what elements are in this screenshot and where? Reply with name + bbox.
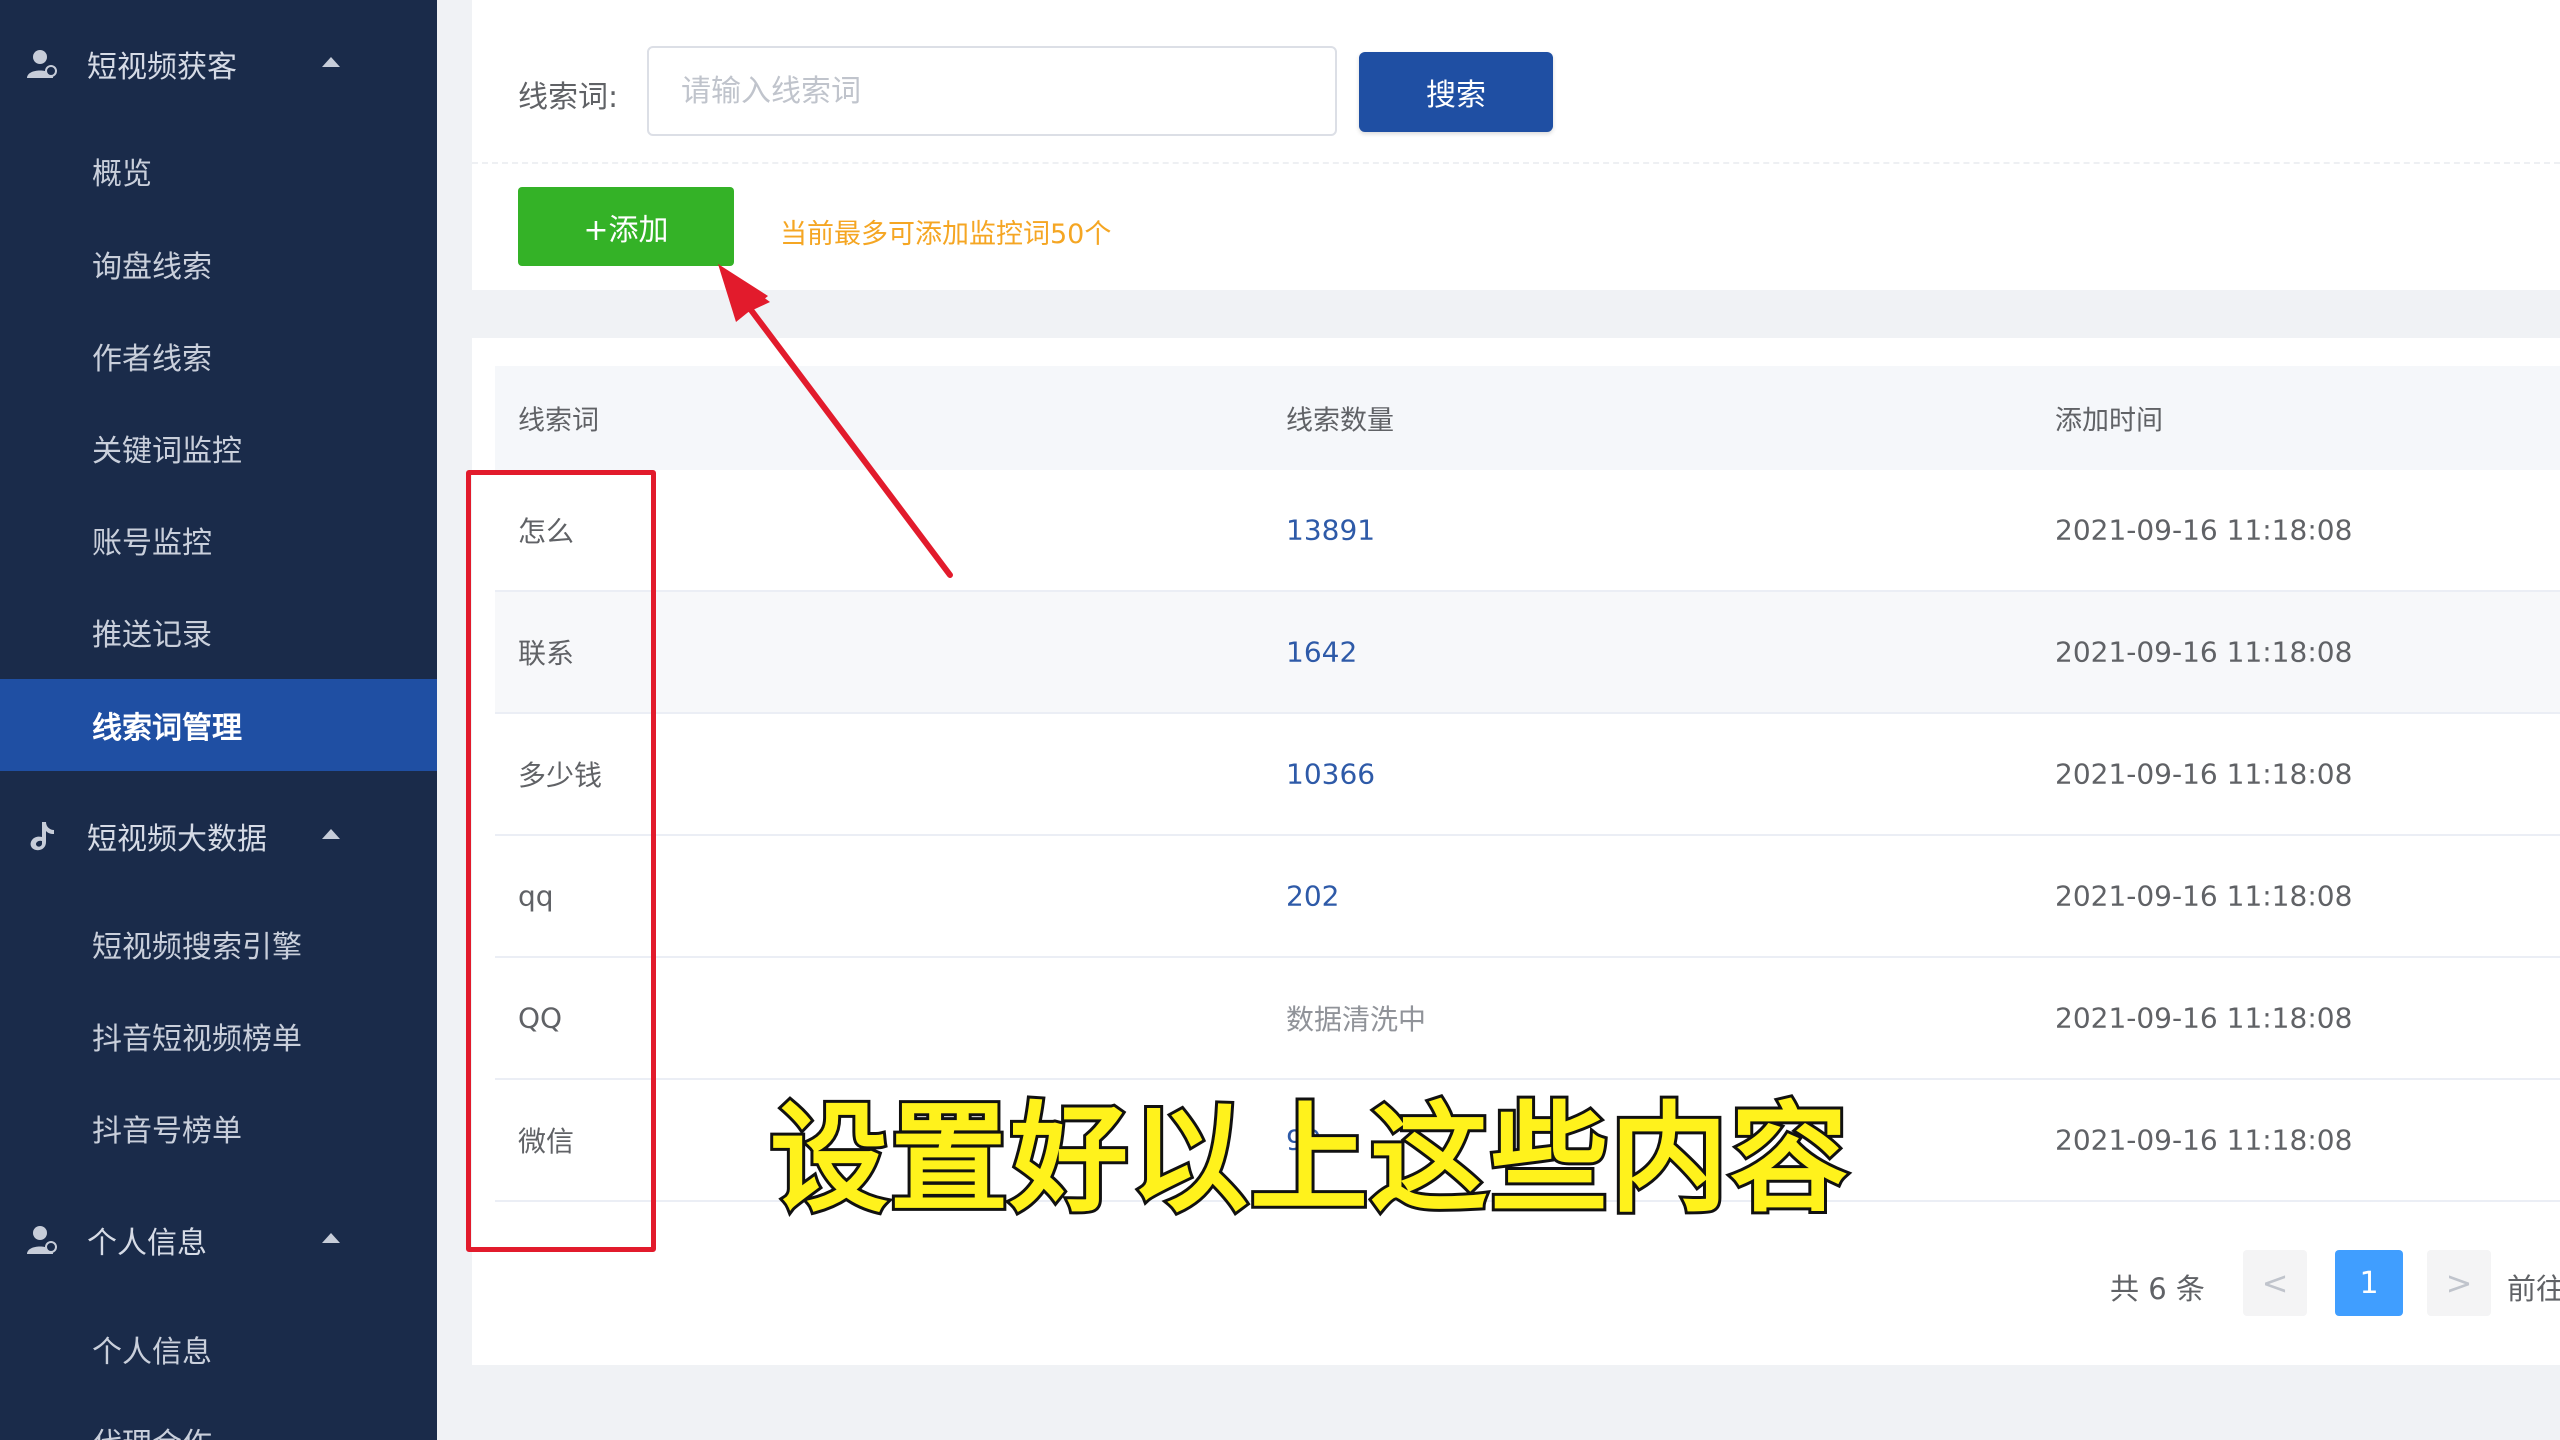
sidebar-item-label: 代理合作: [92, 1419, 212, 1440]
sidebar-item-label: 抖音号榜单: [92, 1114, 242, 1149]
sidebar: 短视频获客 概览 询盘线索 作者线索 关键词监控 账号监控 推送记录 线索词管理…: [0, 0, 437, 1440]
table-header: 线索词 线索数量 添加时间: [495, 366, 2560, 470]
prev-page-button[interactable]: <: [2243, 1250, 2307, 1316]
sidebar-group-lead-acquisition[interactable]: 短视频获客: [0, 24, 437, 104]
sidebar-item-label: 关键词监控: [92, 434, 242, 469]
user-icon: [27, 50, 57, 78]
sidebar-item-label: 账号监控: [92, 526, 212, 561]
cell-lead-count[interactable]: 1642: [1286, 636, 1357, 669]
sidebar-item-label: 个人信息: [92, 1335, 212, 1370]
sidebar-group-personal-info[interactable]: 个人信息: [0, 1200, 437, 1280]
chevron-up-icon: [322, 1233, 340, 1243]
sidebar-group-label: 短视频获客: [87, 50, 237, 85]
sidebar-item-label: 询盘线索: [92, 250, 212, 285]
sidebar-group-video-data[interactable]: 短视频大数据: [0, 796, 437, 876]
highlight-box: [466, 470, 656, 1252]
sidebar-item-video-search-engine[interactable]: 短视频搜索引擎: [0, 898, 437, 990]
cell-lead-count: 数据清洗中: [1286, 1003, 1427, 1036]
cell-add-time: 2021-09-16 11:18:08: [2055, 635, 2353, 669]
cell-add-time: 2021-09-16 11:18:08: [2055, 1123, 2353, 1157]
sidebar-item-label: 概览: [92, 157, 152, 192]
cell-add-time: 2021-09-16 11:18:08: [2055, 879, 2353, 913]
sidebar-item-account-monitor[interactable]: 账号监控: [0, 494, 437, 586]
sidebar-item-label: 抖音短视频榜单: [92, 1022, 302, 1057]
cell-add-time: 2021-09-16 11:18:08: [2055, 513, 2353, 547]
table-row[interactable]: 多少钱 10366 2021-09-16 11:18:08: [495, 714, 2560, 836]
sidebar-group-label: 短视频大数据: [87, 822, 267, 857]
search-button[interactable]: 搜索: [1359, 52, 1553, 132]
cell-lead-count[interactable]: 13891: [1286, 514, 1375, 547]
sidebar-item-douyin-video-ranking[interactable]: 抖音短视频榜单: [0, 990, 437, 1082]
sidebar-item-push-records[interactable]: 推送记录: [0, 586, 437, 678]
chevron-up-icon: [322, 57, 340, 67]
chevron-up-icon: [322, 829, 340, 839]
limit-tip: 当前最多可添加监控词50个: [780, 219, 1112, 250]
header-lead-count: 线索数量: [1286, 405, 1394, 437]
sidebar-group-label: 个人信息: [87, 1226, 207, 1261]
sidebar-item-overview[interactable]: 概览: [0, 125, 437, 217]
header-lead-word: 线索词: [518, 405, 599, 437]
cell-lead-count[interactable]: 202: [1286, 880, 1339, 913]
pagination-total: 共 6 条: [2110, 1272, 2205, 1306]
cell-add-time: 2021-09-16 11:18:08: [2055, 757, 2353, 791]
sidebar-item-label: 作者线索: [92, 342, 212, 377]
sidebar-item-label: 短视频搜索引擎: [92, 930, 302, 965]
table-row[interactable]: QQ 数据清洗中 2021-09-16 11:18:08: [495, 958, 2560, 1080]
pagination-goto-label: 前往: [2507, 1272, 2560, 1306]
table-row[interactable]: qq 202 2021-09-16 11:18:08: [495, 836, 2560, 958]
table-row[interactable]: 联系 1642 2021-09-16 11:18:08: [495, 592, 2560, 714]
next-page-button[interactable]: >: [2427, 1250, 2491, 1316]
header-add-time: 添加时间: [2055, 405, 2163, 437]
sidebar-item-douyin-account-ranking[interactable]: 抖音号榜单: [0, 1082, 437, 1174]
sidebar-item-label: 推送记录: [92, 618, 212, 653]
table-row[interactable]: 怎么 13891 2021-09-16 11:18:08: [495, 470, 2560, 592]
sidebar-item-personal-info[interactable]: 个人信息: [0, 1303, 437, 1395]
sidebar-item-label: 线索词管理: [92, 711, 242, 746]
music-note-icon: [30, 822, 54, 851]
cell-add-time: 2021-09-16 11:18:08: [2055, 1001, 2353, 1035]
sidebar-item-lead-word-management[interactable]: 线索词管理: [0, 679, 437, 771]
caption-subtitle: 设置好以上这些内容: [767, 1087, 1851, 1231]
divider: [472, 162, 2560, 164]
cell-lead-count[interactable]: 10366: [1286, 758, 1375, 791]
add-button[interactable]: +添加: [518, 187, 734, 266]
search-input[interactable]: [647, 46, 1337, 136]
sidebar-item-author-leads[interactable]: 作者线索: [0, 310, 437, 402]
sidebar-item-keyword-monitor[interactable]: 关键词监控: [0, 402, 437, 494]
sidebar-item-inquiry-leads[interactable]: 询盘线索: [0, 218, 437, 310]
search-label: 线索词:: [518, 80, 619, 115]
user-icon: [27, 1226, 57, 1254]
sidebar-item-agency-cooperation[interactable]: 代理合作: [0, 1395, 437, 1440]
page-number-button[interactable]: 1: [2335, 1250, 2403, 1316]
